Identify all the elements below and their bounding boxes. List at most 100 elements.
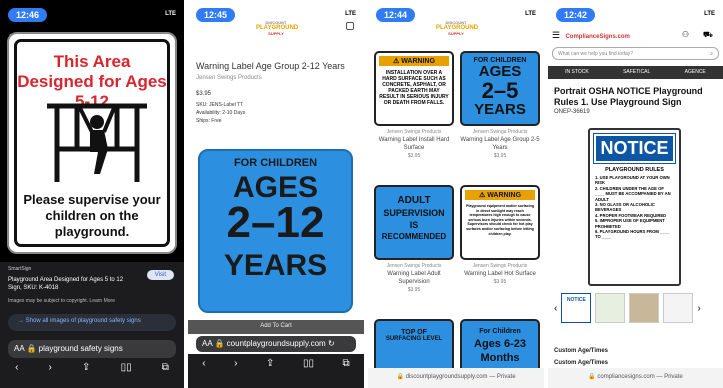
bookmarks-icon[interactable]: ▯▯ — [121, 362, 132, 380]
tile-name[interactable]: Warning Label Hot Surface — [460, 270, 540, 278]
logo-bottom: SUPPLY — [268, 31, 284, 36]
cart-icon[interactable] — [346, 22, 354, 30]
product-tile[interactable]: ⚠ WARNING Playground equipment and/or su… — [460, 185, 540, 285]
thumbnail[interactable] — [663, 293, 694, 323]
tile-vendor: Jensen Swings Products — [472, 263, 528, 269]
show-all-label: Show all images of playground safety sig… — [25, 318, 141, 324]
sign-image[interactable]: This Area Designed for Ages 5-12 Please … — [7, 32, 177, 254]
share-icon[interactable]: ⇪ — [82, 362, 90, 380]
image-title[interactable]: Playground Area Designed for Ages 5 to 1… — [8, 276, 133, 292]
product-vendor[interactable]: Jensen Swings Products — [196, 75, 262, 81]
thumbnail[interactable]: NOTICE — [561, 293, 592, 323]
search-icon[interactable]: ⌕ — [710, 51, 713, 57]
tile-price: $3.95 — [407, 287, 421, 293]
clock: 12:42 — [556, 8, 596, 22]
warning-banner: ⚠ WARNING — [465, 190, 535, 200]
sign-line-3: Months — [480, 352, 520, 364]
sign-line-1: TOP OF — [401, 329, 427, 336]
bookmarks-icon[interactable]: ▯▯ — [303, 358, 314, 388]
thumbnail-label: NOTICE — [566, 297, 586, 303]
sign-line-2: SURFACING LEVEL — [385, 336, 443, 342]
share-icon[interactable]: ⇪ — [266, 358, 274, 388]
browser-toolbar: ‹ › ⇪ ▯▯ ⧉ — [0, 362, 184, 380]
address-bar[interactable]: AA 🔒 countplaygroundsupply.com ↻ — [196, 336, 356, 352]
sign-line-2: SUPERVISION — [383, 208, 445, 218]
product-shipping: Ships: Free — [196, 118, 222, 124]
tile-name[interactable]: Warning Label Install Hard Surface — [374, 136, 454, 152]
address-footer[interactable]: 🔒 compliancesigns.com — Private — [548, 368, 723, 388]
back-icon[interactable]: ‹ — [202, 358, 205, 388]
browser-toolbar: ‹ › ⇪ ▯▯ ⧉ — [188, 354, 364, 388]
product-price: $3.95 — [196, 91, 212, 97]
sign-line-1: FOR CHILDREN — [233, 157, 318, 169]
address-footer[interactable]: 🔒 discountplaygroundsupply.com — Private — [368, 368, 544, 388]
back-icon[interactable]: ‹ — [15, 362, 18, 380]
product-image: FOR CHILDREN AGES 2–5 YEARS — [460, 51, 540, 126]
search-icon: 🔒 — [26, 344, 37, 353]
warning-label: WARNING — [401, 58, 436, 65]
visit-button[interactable]: Visit — [146, 270, 174, 280]
product-image: ADULT SUPERVISION IS RECOMMENDED — [374, 185, 454, 260]
strip-item-agence[interactable]: AGENCE — [685, 69, 706, 79]
strip-item-stock[interactable]: IN STOCK — [565, 69, 589, 79]
aa-button[interactable]: AA — [14, 344, 24, 353]
product-availability: Availability: 2-10 Days — [196, 110, 246, 116]
menu-icon[interactable]: ☰ — [552, 30, 560, 40]
thumbnail[interactable] — [629, 293, 660, 323]
store-logo[interactable]: DISCOUNT PLAYGROUND SUPPLY — [436, 20, 478, 36]
strip-item-safetical[interactable]: SAFETICAL — [623, 69, 650, 79]
forward-icon[interactable]: › — [49, 362, 52, 380]
add-to-cart-button[interactable]: Add To Cart — [188, 320, 364, 334]
product-sku: SKU: JENS-Label TT — [196, 102, 244, 108]
warning-label: WARNING — [487, 192, 522, 199]
aa-button[interactable]: AA — [202, 339, 212, 348]
tile-name[interactable]: Warning Label Adult Supervision — [374, 270, 454, 286]
product-tile[interactable]: ADULT SUPERVISION IS RECOMMENDED Jensen … — [374, 185, 454, 293]
address-bar[interactable]: AA 🔒 playground safety signs — [8, 340, 176, 358]
sign-line-1: ADULT — [397, 195, 431, 206]
show-all-images-button[interactable]: → Show all images of playground safety s… — [8, 314, 176, 331]
tile-name[interactable]: Warning Label Age Group 2-5 Years — [460, 136, 540, 152]
tile-vendor: Jensen Swings Products — [472, 129, 528, 135]
clock: 12:45 — [196, 8, 236, 22]
cart-icon[interactable]: ⛟ — [703, 30, 713, 40]
product-sku: ONEP-36619 — [554, 109, 590, 115]
product-title: Warning Label Age Group 2-12 Years — [196, 61, 345, 71]
reload-icon[interactable]: ↻ — [328, 339, 335, 348]
copyright-notice[interactable]: Images may be subject to copyright. Lear… — [8, 298, 115, 304]
product-tile[interactable]: ⚠ WARNING INSTALLATION OVER A HARD SURFA… — [374, 51, 454, 159]
product-image[interactable]: NOTICE PLAYGROUND RULES 1. USE PLAYGROUN… — [588, 128, 681, 286]
product-image: ⚠ WARNING Playground equipment and/or su… — [460, 185, 540, 260]
account-icon[interactable]: ⚇ — [682, 30, 689, 39]
logo-bottom: SUPPLY — [448, 31, 464, 36]
rule-item: 6. PLAYGROUND HOURS FROM ____ TO ____ — [595, 229, 670, 240]
chevron-right-icon[interactable]: › — [697, 303, 700, 314]
promo-strip: IN STOCK SAFETICAL AGENCE — [548, 66, 723, 79]
climber-icon — [47, 103, 147, 182]
rule-item: 1. USE PLAYGROUND AT YOUR OWN RISK — [595, 175, 670, 186]
sign-line-4: RECOMMENDED — [381, 232, 447, 241]
signal-status: LTE — [525, 11, 536, 17]
warning-text: INSTALLATION OVER A HARD SURFACE SUCH AS… — [379, 70, 449, 106]
sign-line-2: Ages 6-23 — [474, 338, 526, 350]
lock-icon: 🔒 — [588, 374, 596, 380]
sign-line-1: For Children — [479, 328, 521, 335]
product-tile[interactable]: FOR CHILDREN AGES 2–5 YEARS Jensen Swing… — [460, 51, 540, 159]
forward-icon[interactable]: › — [234, 358, 237, 388]
product-image[interactable]: FOR CHILDREN AGES 2–12 YEARS — [198, 149, 353, 313]
store-logo[interactable]: DISCOUNT PLAYGROUND SUPPLY — [256, 20, 298, 36]
panel-product-grid: 12:44 LTE DISCOUNT PLAYGROUND SUPPLY ⚠ W… — [368, 0, 544, 388]
thumbnail[interactable] — [595, 293, 626, 323]
tabs-icon[interactable]: ⧉ — [343, 358, 350, 388]
brand-logo[interactable]: ComplianceSigns.com — [565, 34, 629, 40]
search-input[interactable]: What can we help you find today? ⌕ — [552, 47, 719, 60]
clock: 12:46 — [8, 8, 48, 22]
sign-line-3: 2–5 — [481, 78, 519, 103]
chevron-left-icon[interactable]: ‹ — [554, 303, 557, 314]
custom-option-heading: Custom Age/Times — [554, 348, 609, 354]
signal-status: LTE — [345, 11, 356, 17]
tabs-icon[interactable]: ⧉ — [162, 362, 169, 380]
tile-vendor: Jensen Swings Products — [386, 263, 442, 269]
address-text: discountplaygroundsupply.com — Private — [405, 374, 516, 380]
panel-compliance-signs: 12:42 LTE ☰ ComplianceSigns.com ⚇ ⛟ What… — [548, 0, 723, 388]
